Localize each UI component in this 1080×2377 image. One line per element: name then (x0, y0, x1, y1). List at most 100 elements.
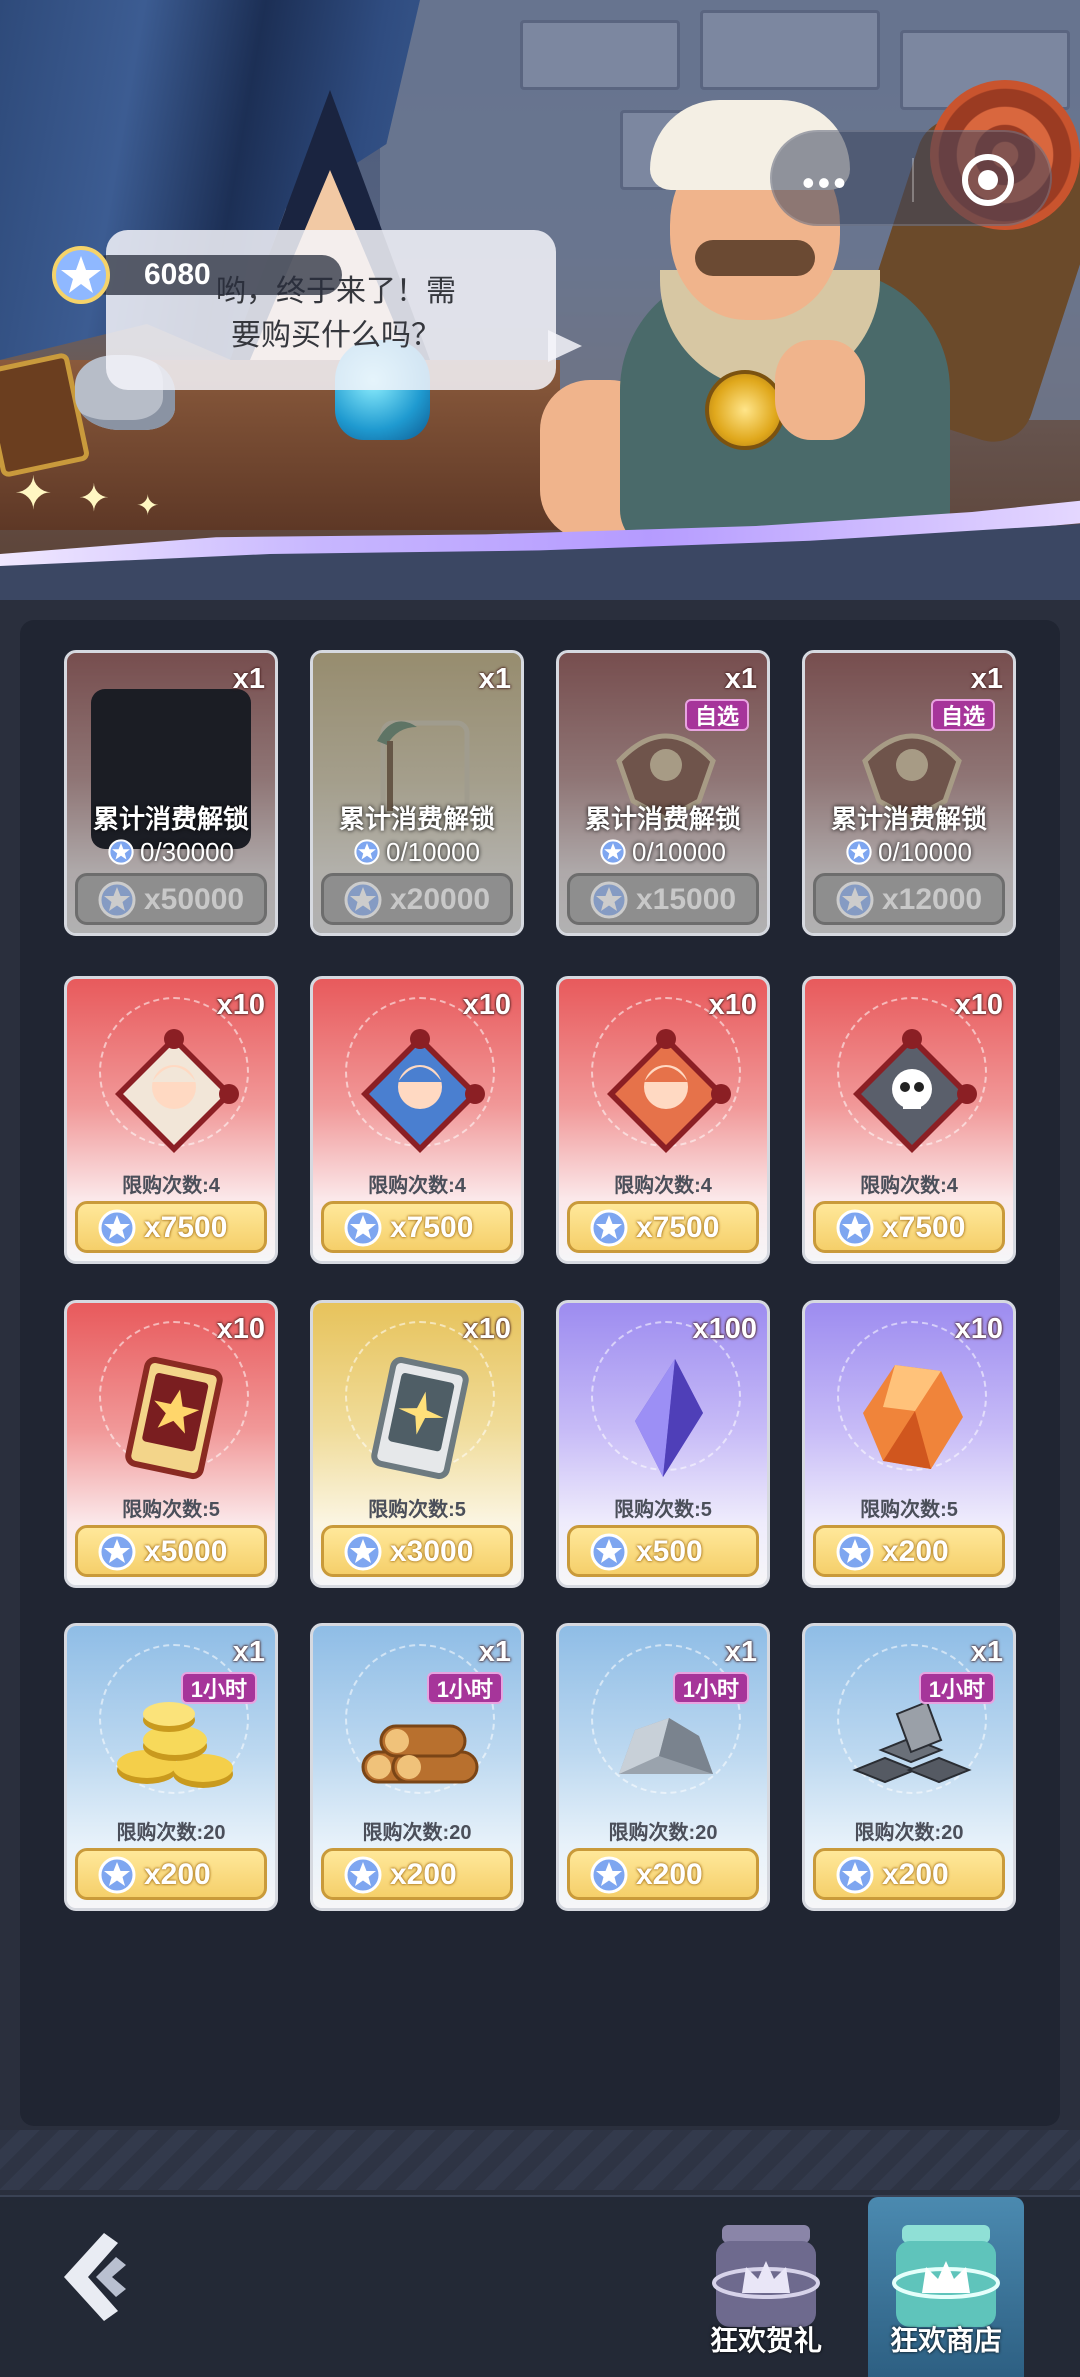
star-coin-icon (344, 1533, 382, 1571)
target-close-icon[interactable] (962, 154, 1014, 206)
star-coin-icon (836, 1209, 874, 1247)
selectable-tag: 自选 (930, 699, 995, 731)
shop-item-card[interactable]: x1 1小时 限购次数:20 x200 (64, 1623, 278, 1911)
shop-screen: { "currency": {"value": "6080", "icon": … (0, 0, 1080, 2377)
unlock-condition: 累计消费解锁 (92, 804, 249, 834)
back-arrow-icon[interactable] (56, 2227, 136, 2327)
price-value: x200 (882, 1858, 949, 1891)
more-dots-icon[interactable]: ••• (802, 162, 849, 204)
shop-item-card[interactable]: x10 限购次数:4 x7500 (802, 976, 1016, 1264)
merchant-banner: ✦ ✦ ✦ ••• 哟，终于来了！需 要购买什么吗？ 6080 (0, 0, 1080, 600)
puzzle-hero-c-icon (607, 1029, 731, 1153)
price-button[interactable]: x5000 (75, 1525, 267, 1577)
tab-carnival-gift[interactable]: 狂欢贺礼 (688, 2197, 844, 2377)
price-button[interactable]: x200 (813, 1525, 1005, 1577)
unlock-progress: 0/10000 (313, 837, 521, 868)
locked-item-card[interactable]: x1 自选累计消费解锁 0/10000 x12000 (802, 650, 1016, 936)
star-coin-icon (590, 881, 628, 919)
shop-item-card[interactable]: x10 限购次数:5 x3000 (310, 1300, 524, 1588)
price-value: x200 (882, 1535, 949, 1568)
currency-bar (88, 255, 342, 295)
item-quantity: x1 (970, 663, 1003, 695)
price-button[interactable]: x200 (321, 1848, 513, 1900)
item-quantity: x1 (232, 663, 265, 695)
price-button[interactable]: x200 (813, 1848, 1005, 1900)
unlock-condition: 累计消费解锁 (338, 804, 495, 834)
shop-item-card[interactable]: x1 1小时 限购次数:20 x200 (310, 1623, 524, 1911)
unlock-condition: 累计消费解锁 (830, 804, 987, 834)
shop-item-card[interactable]: x100 限购次数:5 x500 (556, 1300, 770, 1588)
mini-program-capsule: ••• (770, 130, 1052, 226)
time-limit-tag: 1小时 (426, 1672, 503, 1704)
star-coin-icon (836, 881, 874, 919)
shop-item-card[interactable]: x1 1小时 限购次数:20 x200 (802, 1623, 1016, 1911)
star-coin-icon (836, 1533, 874, 1571)
item-quantity: x10 (216, 1313, 265, 1345)
price-button[interactable]: x7500 (567, 1201, 759, 1253)
star-coin-icon (98, 1209, 136, 1247)
price-button[interactable]: x200 (567, 1848, 759, 1900)
price-button[interactable]: x7500 (321, 1201, 513, 1253)
price-value: x3000 (390, 1535, 474, 1568)
unlock-progress-value: 0/10000 (386, 837, 480, 867)
selectable-tag: 自选 (684, 699, 749, 731)
price-button-locked[interactable]: x50000 (75, 873, 267, 925)
sparkle-icon: ✦ (78, 478, 110, 520)
purchase-limit: 限购次数:20 (854, 1822, 964, 1844)
puzzle-hero-b-icon (361, 1029, 485, 1153)
shop-item-card[interactable]: x10 限购次数:5 x200 (802, 1300, 1016, 1588)
shop-item-card[interactable]: x10 限购次数:4 x7500 (310, 976, 524, 1264)
item-quantity: x10 (954, 1313, 1003, 1345)
sparkle-icon: ✦ (136, 490, 160, 521)
price-button[interactable]: x500 (567, 1525, 759, 1577)
shop-item-card[interactable]: x10 限购次数:4 x7500 (556, 976, 770, 1264)
price-value: x7500 (636, 1211, 720, 1244)
crystal-purple-icon (635, 1359, 703, 1477)
locked-item-card[interactable]: x1 累计消费解锁 0/10000 x20000 (310, 650, 524, 936)
price-value: x7500 (390, 1211, 474, 1244)
crown-jar-icon (712, 2225, 820, 2327)
item-quantity: x1 (970, 1636, 1003, 1668)
price-button[interactable]: x200 (75, 1848, 267, 1900)
bottom-stripe (0, 2130, 1080, 2190)
star-coin-icon (98, 1856, 136, 1894)
price-button-locked[interactable]: x12000 (813, 873, 1005, 925)
time-limit-tag: 1小时 (672, 1672, 749, 1704)
purchase-limit: 限购次数:4 (860, 1175, 958, 1197)
item-quantity: x10 (954, 989, 1003, 1021)
star-coin-icon (836, 1856, 874, 1894)
tab-carnival-shop[interactable]: 狂欢商店 (868, 2197, 1024, 2377)
price-button[interactable]: x3000 (321, 1525, 513, 1577)
unlock-progress: 0/10000 (805, 837, 1013, 868)
unlock-condition: 累计消费解锁 (584, 804, 741, 834)
capsule-divider (912, 158, 914, 202)
wall-brick (700, 10, 880, 90)
purchase-limit: 限购次数:5 (614, 1499, 712, 1521)
price-value: x500 (636, 1535, 703, 1568)
price-value: x5000 (144, 1535, 228, 1568)
price-value: x50000 (144, 883, 245, 916)
dialog-line-2: 要购买什么吗？ (231, 319, 441, 352)
purchase-limit: 限购次数:5 (860, 1499, 958, 1521)
price-button-locked[interactable]: x20000 (321, 873, 513, 925)
unlock-progress-value: 0/10000 (878, 837, 972, 867)
price-button[interactable]: x7500 (75, 1201, 267, 1253)
shop-item-card[interactable]: x1 1小时 限购次数:20 x200 (556, 1623, 770, 1911)
price-button-locked[interactable]: x15000 (567, 873, 759, 925)
star-coin-icon (108, 839, 134, 865)
locked-item-card[interactable]: x1 累计消费解锁 0/30000 x50000 (64, 650, 278, 936)
purchase-limit: 限购次数:20 (116, 1822, 226, 1844)
purchase-limit: 限购次数:5 (122, 1499, 220, 1521)
merchant-fist (775, 340, 865, 440)
star-coin-icon (98, 881, 136, 919)
price-button[interactable]: x7500 (813, 1201, 1005, 1253)
shop-item-card[interactable]: x10 限购次数:5 x5000 (64, 1300, 278, 1588)
price-value: x15000 (636, 883, 737, 916)
item-quantity: x1 (724, 1636, 757, 1668)
star-coin-icon (98, 1533, 136, 1571)
locked-item-card[interactable]: x1 自选 累计消费解锁 0/10000 x15000 (556, 650, 770, 936)
shop-panel: x1 累计消费解锁 0/30000 x50000 x1 累计消费解锁 0/10000 x200… (20, 620, 1060, 2126)
price-value: x7500 (882, 1211, 966, 1244)
shop-item-card[interactable]: x10 限购次数:4 x7500 (64, 976, 278, 1264)
price-value: x200 (390, 1858, 457, 1891)
